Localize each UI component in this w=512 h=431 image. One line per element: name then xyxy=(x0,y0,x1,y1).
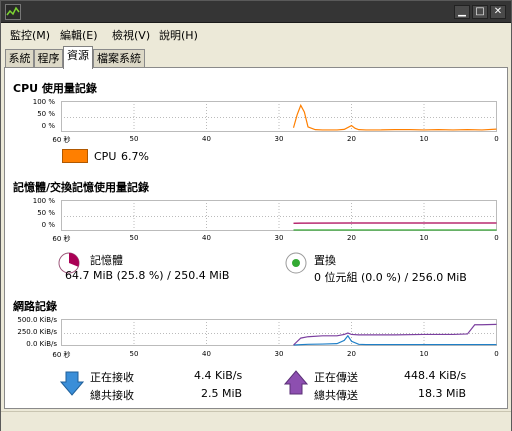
maximize-button[interactable]: □ xyxy=(472,5,488,19)
tab-processes[interactable]: 程序 xyxy=(34,49,63,68)
memory-y-tick: 0 % xyxy=(41,221,55,229)
cpu-history-title: CPU 使用量記錄 xyxy=(13,82,97,95)
status-bar xyxy=(1,411,511,431)
menu-edit[interactable]: 編輯(E) xyxy=(60,27,98,43)
x-tick-label: 0 xyxy=(494,135,499,143)
upload-arrow-icon[interactable] xyxy=(284,370,308,396)
network-history-title: 網路記錄 xyxy=(13,300,57,313)
cpu-y-tick: 50 % xyxy=(37,110,55,118)
x-tick-label: 50 xyxy=(129,135,139,143)
menu-bar: 監控(M) 編輯(E) 檢視(V) 說明(H) xyxy=(1,23,511,45)
menu-help[interactable]: 說明(H) xyxy=(159,27,198,43)
network-history-graph xyxy=(61,319,497,346)
graph-frame xyxy=(61,319,497,346)
receiving-label: 正在接收 xyxy=(90,371,134,384)
sending-label: 正在傳送 xyxy=(314,371,358,384)
memory-value: 64.7 MiB (25.8 %) / 250.4 MiB xyxy=(65,269,230,282)
swap-pie-icon[interactable] xyxy=(285,252,307,274)
menu-view[interactable]: 檢視(V) xyxy=(112,27,150,43)
total-sent-label: 總共傳送 xyxy=(314,389,358,402)
x-tick-label: 20 xyxy=(347,234,356,242)
x-tick-label: 0 xyxy=(494,234,499,242)
tab-file-systems[interactable]: 檔案系統 xyxy=(93,49,145,68)
system-monitor-icon xyxy=(5,4,21,20)
total-received-value: 2.5 MiB xyxy=(201,387,243,400)
x-tick-label: 30 xyxy=(274,135,284,143)
network-y-tick: 0.0 KiB/s xyxy=(26,340,57,348)
tab-system[interactable]: 系統 xyxy=(5,49,34,68)
total-sent-value: 18.3 MiB xyxy=(418,387,467,400)
x-tick-label: 20 xyxy=(347,350,356,358)
x-tick-label: 20 xyxy=(347,135,356,143)
tab-bar: 系統 程序 資源 檔案系統 xyxy=(1,46,511,69)
cpu-y-tick: 0 % xyxy=(41,122,55,130)
cpu-legend-label: CPU xyxy=(94,150,117,163)
memory-label: 記憶體 xyxy=(90,254,123,267)
minimize-button[interactable]: ▁ xyxy=(454,5,470,19)
memory-history-title: 記憶體/交換記憶使用量記錄 xyxy=(13,181,150,194)
receiving-value: 4.4 KiB/s xyxy=(194,369,243,382)
title-bar[interactable]: ▁ □ ✕ xyxy=(1,1,511,23)
x-tick-label: 40 xyxy=(202,350,211,358)
x-tick-label: 10 xyxy=(419,234,429,242)
x-tick-label: 40 xyxy=(202,135,211,143)
tab-resources[interactable]: 資源 xyxy=(63,46,93,69)
x-tick-label: 10 xyxy=(419,135,429,143)
system-monitor-window: ▁ □ ✕ 監控(M) 編輯(E) 檢視(V) 說明(H) 系統 程序 資源 檔… xyxy=(0,0,512,431)
cpu-history-graph xyxy=(61,101,497,132)
total-received-label: 總共接收 xyxy=(90,389,134,402)
close-icon: ✕ xyxy=(493,6,503,17)
maximize-icon: □ xyxy=(475,6,485,17)
menu-monitor[interactable]: 監控(M) xyxy=(10,27,50,43)
download-arrow-icon[interactable] xyxy=(60,370,84,396)
sending-value: 448.4 KiB/s xyxy=(404,369,467,382)
network-y-tick: 500.0 KiB/s xyxy=(17,316,57,324)
x-tick-label: 60 秒 xyxy=(52,235,71,243)
minimize-icon: ▁ xyxy=(458,6,466,17)
x-tick-label: 50 xyxy=(129,234,139,242)
cpu-legend-value: 6.7% xyxy=(121,150,149,163)
x-tick-label: 50 xyxy=(129,350,139,358)
x-tick-label: 40 xyxy=(202,234,211,242)
x-tick-label: 30 xyxy=(274,234,284,242)
x-tick-label: 0 xyxy=(494,350,499,358)
network-y-tick: 250.0 KiB/s xyxy=(17,328,57,336)
swap-value: 0 位元組 (0.0 %) / 256.0 MiB xyxy=(314,271,467,284)
cpu-color-swatch[interactable] xyxy=(62,149,88,163)
x-tick-label: 60 秒 xyxy=(52,351,71,359)
x-tick-label: 60 秒 xyxy=(52,136,71,144)
memory-y-tick: 100 % xyxy=(32,197,55,205)
memory-y-tick: 50 % xyxy=(37,209,55,217)
memory-history-graph xyxy=(61,200,497,231)
cpu-y-tick: 100 % xyxy=(32,98,55,106)
x-tick-label: 10 xyxy=(419,350,429,358)
swap-label: 置換 xyxy=(314,254,336,267)
x-tick-label: 30 xyxy=(274,350,284,358)
close-button[interactable]: ✕ xyxy=(490,5,506,19)
